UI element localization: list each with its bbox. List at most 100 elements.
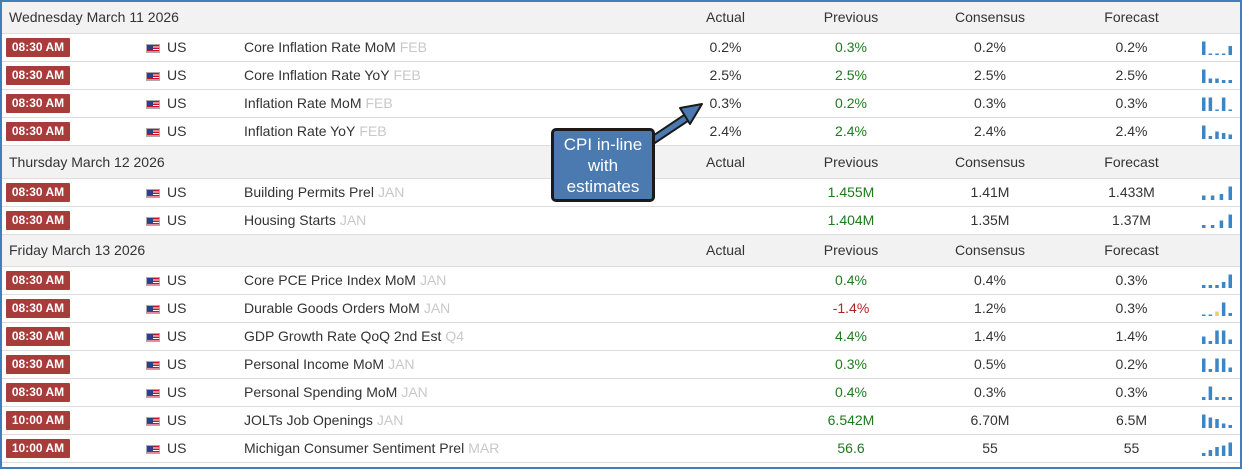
event-name[interactable]: Building Permits Prel [244, 184, 374, 200]
country-code: US [167, 184, 187, 200]
event-name-link[interactable]: Building Permits Prel JAN [244, 179, 404, 206]
trend-sparkline[interactable] [1202, 407, 1232, 434]
column-header-consensus: Consensus [954, 154, 1026, 170]
trend-sparkline[interactable] [1202, 34, 1232, 61]
trend-sparkline[interactable] [1202, 295, 1232, 322]
time-badge: 08:30 AM [6, 354, 70, 374]
event-row[interactable]: 08:30 AM US 0.3% 0.5% 0.2% Personal Income Mo… [2, 351, 1240, 379]
column-header-actual: Actual [706, 242, 745, 258]
time-badge: 10:00 AM [6, 410, 70, 430]
event-row[interactable]: 08:30 AM US 4.4% 1.4% 1.4% GDP Growth Rate Qo… [2, 323, 1240, 351]
event-name[interactable]: JOLTs Job Openings [244, 412, 373, 428]
sparkline-bar [1221, 358, 1226, 372]
sparkline-bar [1221, 133, 1226, 139]
sparkline-bar [1221, 302, 1226, 316]
event-name[interactable]: Durable Goods Orders MoM [244, 300, 420, 316]
event-row[interactable]: 08:30 AM US -1.4% 1.2% 0.3% Durable Goods Ord… [2, 295, 1240, 323]
sparkline-bar [1221, 282, 1226, 288]
trend-sparkline[interactable] [1202, 90, 1232, 117]
consensus-value: 2.5% [974, 67, 1006, 83]
economic-calendar: Wednesday March 11 2026 Actual Previous Con… [0, 0, 1242, 469]
sparkline-bar [1215, 358, 1219, 372]
event-row[interactable]: 08:30 AM US 0.3% 0.2% 0.3% 0.3% Inflation Rate… [2, 90, 1240, 118]
sparkline-bar [1228, 397, 1232, 400]
trend-sparkline[interactable] [1202, 179, 1232, 206]
event-name-link[interactable]: Personal Income MoM JAN [244, 351, 415, 378]
sparkline-bar [1228, 186, 1232, 200]
event-row[interactable]: 08:30 AM US 2.5% 2.5% 2.5% 2.5% Core Inflation… [2, 62, 1240, 90]
sparkline-bar [1215, 419, 1219, 428]
trend-sparkline[interactable] [1202, 379, 1232, 406]
sparkline-bar [1215, 447, 1219, 456]
country-code: US [167, 328, 187, 344]
sparkline-bar [1215, 131, 1219, 139]
us-flag-icon [146, 416, 160, 426]
sparkline-chart [1202, 41, 1232, 55]
time-badge: 08:30 AM [6, 65, 70, 85]
sparkline-bar [1221, 80, 1226, 83]
event-name[interactable]: Housing Starts [244, 212, 336, 228]
sparkline-bar [1228, 313, 1232, 316]
trend-sparkline[interactable] [1202, 351, 1232, 378]
event-name-link[interactable]: Personal Spending MoM JAN [244, 379, 428, 406]
event-name-link[interactable]: Inflation Rate MoM FEB [244, 90, 393, 117]
event-reference-period: JAN [423, 300, 451, 316]
trend-sparkline[interactable] [1202, 323, 1232, 350]
sparkline-chart [1202, 214, 1232, 228]
previous-value: 0.4% [835, 272, 867, 288]
sparkline-chart [1202, 274, 1232, 288]
event-name[interactable]: Core Inflation Rate YoY [244, 67, 390, 83]
event-name-link[interactable]: Michigan Consumer Sentiment Prel MAR [244, 435, 499, 462]
country-code: US [167, 123, 187, 139]
event-row[interactable]: 10:00 AM US 6.542M 6.70M 6.5M JOLTs Job Openi… [2, 407, 1240, 435]
previous-value: 0.3% [835, 356, 867, 372]
event-name-link[interactable]: Inflation Rate YoY FEB [244, 118, 387, 145]
trend-sparkline[interactable] [1202, 207, 1232, 234]
event-row[interactable]: 10:00 AM US 56.6 55 55 Michigan Consumer Sent… [2, 435, 1240, 463]
sparkline-bar [1228, 442, 1232, 456]
sparkline-chart [1202, 442, 1232, 456]
sparkline-bar [1208, 285, 1213, 288]
event-name-link[interactable]: Housing Starts JAN [244, 207, 366, 234]
column-header-actual: Actual [706, 9, 745, 25]
forecast-value: 55 [1123, 440, 1140, 456]
event-name[interactable]: GDP Growth Rate QoQ 2nd Est [244, 328, 441, 344]
time-badge: 08:30 AM [6, 121, 70, 141]
previous-value: 2.4% [835, 123, 867, 139]
sparkline-bar [1219, 220, 1224, 228]
consensus-value: 0.5% [974, 356, 1006, 372]
event-name[interactable]: Personal Income MoM [244, 356, 384, 372]
event-name[interactable]: Inflation Rate YoY [244, 123, 355, 139]
event-name-link[interactable]: GDP Growth Rate QoQ 2nd Est Q4 [244, 323, 464, 350]
event-row[interactable]: 08:30 AM US 0.4% 0.4% 0.3% Core PCE Price Ind… [2, 267, 1240, 295]
trend-sparkline[interactable] [1202, 267, 1232, 294]
event-name[interactable]: Personal Spending MoM [244, 384, 397, 400]
sparkline-bar [1208, 53, 1213, 55]
event-name[interactable]: Michigan Consumer Sentiment Prel [244, 440, 464, 456]
column-header-previous: Previous [823, 154, 879, 170]
event-name-link[interactable]: Core Inflation Rate YoY FEB [244, 62, 421, 89]
trend-sparkline[interactable] [1202, 435, 1232, 462]
us-flag-icon [146, 332, 160, 342]
event-row[interactable]: 08:30 AM US 0.4% 0.3% 0.3% Personal Spending … [2, 379, 1240, 407]
cpi-callout: CPI in-line with estimates [551, 128, 655, 202]
event-name[interactable]: Core PCE Price Index MoM [244, 272, 416, 288]
sparkline-chart [1202, 125, 1232, 139]
event-name-link[interactable]: Durable Goods Orders MoM JAN [244, 295, 450, 322]
trend-sparkline[interactable] [1202, 118, 1232, 145]
trend-sparkline[interactable] [1202, 62, 1232, 89]
country-code: US [167, 212, 187, 228]
sparkline-bar [1208, 417, 1213, 428]
previous-value: 0.4% [835, 384, 867, 400]
event-name[interactable]: Inflation Rate MoM [244, 95, 362, 111]
event-row[interactable]: 08:30 AM US 0.2% 0.3% 0.2% 0.2% Core Inflation… [2, 34, 1240, 62]
event-name-link[interactable]: Core PCE Price Index MoM JAN [244, 267, 446, 294]
event-name-link[interactable]: JOLTs Job Openings JAN [244, 407, 403, 434]
consensus-value: 1.41M [970, 184, 1010, 200]
event-row[interactable]: 08:30 AM US 1.404M 1.35M 1.37M Housing Starts… [2, 207, 1240, 235]
sparkline-chart [1202, 414, 1232, 428]
event-name[interactable]: Core Inflation Rate MoM [244, 39, 396, 55]
event-reference-period: FEB [365, 95, 393, 111]
event-name-link[interactable]: Core Inflation Rate MoM FEB [244, 34, 427, 61]
sparkline-chart [1202, 186, 1232, 200]
